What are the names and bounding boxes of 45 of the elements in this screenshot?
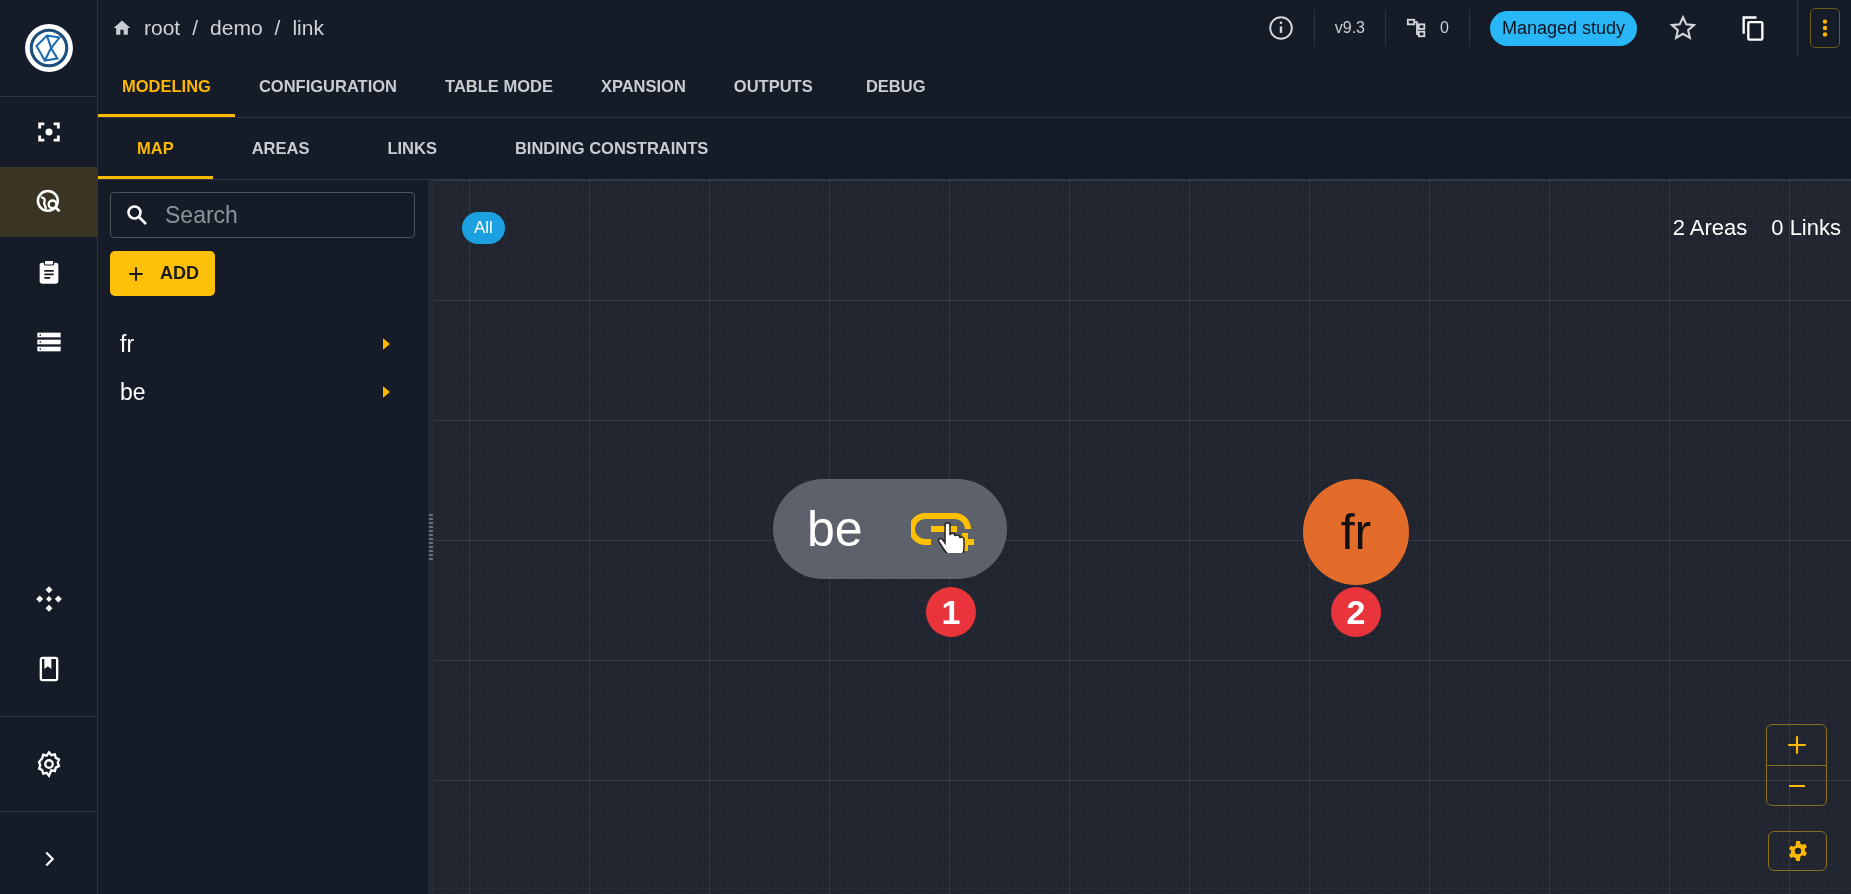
areas-count: 2 Areas: [1672, 215, 1748, 241]
area-node[interactable]: fr: [1303, 479, 1409, 585]
breadcrumb-separator: /: [192, 16, 199, 40]
star-icon[interactable]: [1669, 14, 1697, 42]
minus-icon: [1787, 784, 1806, 787]
caret-right-icon: [383, 338, 390, 350]
tab[interactable]: BINDING CONSTRAINTS: [475, 118, 748, 179]
resize-handle-icon[interactable]: [429, 514, 433, 560]
settings-icon: [1786, 840, 1809, 862]
more-menu-button[interactable]: [1810, 8, 1840, 48]
area-list-item[interactable]: fr: [110, 320, 400, 368]
plus-icon: [1785, 734, 1808, 756]
breadcrumb-link[interactable]: link: [292, 16, 324, 40]
caret-right-icon: [383, 386, 390, 398]
step-marker: 1: [926, 587, 976, 637]
managed-study-badge: Managed study: [1489, 10, 1637, 46]
step-marker: 2: [1331, 587, 1381, 637]
add-button[interactable]: ADD: [110, 251, 215, 296]
map-settings-button[interactable]: [1768, 831, 1827, 871]
breadcrumb-separator: /: [274, 16, 281, 40]
tab[interactable]: DEBUG: [836, 56, 955, 117]
area-node[interactable]: be: [773, 479, 1007, 579]
search-field[interactable]: Search: [110, 192, 415, 238]
task-tree-icon[interactable]: [1406, 17, 1428, 39]
breadcrumb-link[interactable]: demo: [210, 16, 263, 40]
tab[interactable]: CONFIGURATION: [234, 56, 422, 117]
hub-icon: [34, 585, 63, 613]
breadcrumb-link[interactable]: root: [144, 16, 181, 40]
task-count: 0: [1440, 19, 1449, 37]
tab[interactable]: XPANSION: [576, 56, 710, 117]
search-icon: [125, 203, 149, 227]
tab[interactable]: LINKS: [348, 118, 476, 179]
tab[interactable]: AREAS: [212, 118, 349, 179]
nav-item[interactable]: [0, 167, 97, 237]
tab[interactable]: MODELING: [98, 56, 235, 117]
logo-icon: [23, 23, 74, 73]
home-icon[interactable]: [112, 18, 132, 38]
version-label: v9.3: [1334, 19, 1365, 37]
tab[interactable]: OUTPUTS: [709, 56, 837, 117]
links-count: 0 Links: [1771, 215, 1841, 241]
info-icon[interactable]: [1267, 15, 1294, 41]
more-icon: [1822, 17, 1828, 39]
area-list-item[interactable]: be: [110, 368, 400, 416]
tab[interactable]: TABLE MODE: [421, 56, 577, 117]
tab[interactable]: MAP: [98, 118, 213, 179]
